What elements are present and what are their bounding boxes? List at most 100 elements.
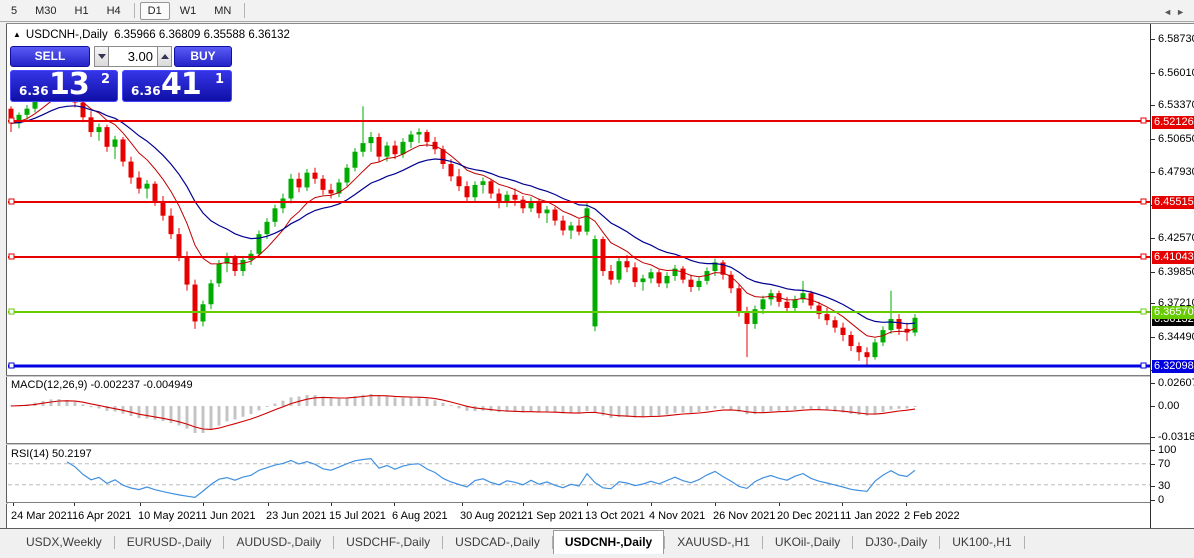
timeframe-button-5[interactable]: 5: [3, 2, 25, 20]
candle-body: [113, 139, 118, 146]
chart-tab-usdx[interactable]: USDX,Weekly: [14, 530, 114, 555]
chart-tab-xauusd[interactable]: XAUUSD-,H1: [665, 530, 762, 555]
macd-bar: [698, 406, 701, 412]
date-axis-label: 11 Jan 2022: [840, 510, 900, 522]
candle-body: [681, 269, 686, 280]
timeframe-button-h1[interactable]: H1: [67, 2, 97, 20]
price-axis-tick-dash: [1151, 303, 1155, 304]
buy-price-main: 41: [161, 67, 201, 102]
candle-body: [609, 271, 614, 280]
price-line-badge-6.41043[interactable]: 6.41043: [1152, 251, 1194, 264]
macd-bar: [530, 406, 533, 412]
tab-scroll-right-icon[interactable]: ►: [1176, 7, 1189, 17]
line-handle-left[interactable]: [9, 118, 14, 123]
sell-price-prefix: 6.36: [19, 84, 49, 98]
price-axis-tick: 6.47930: [1158, 166, 1194, 178]
buy-price-box[interactable]: 6.36 41 1: [122, 70, 232, 102]
macd-bar: [378, 396, 381, 406]
rsi-panel-splitter[interactable]: [6, 443, 1194, 445]
macd-bar: [594, 406, 597, 412]
sell-price-box[interactable]: 6.36 13 2: [10, 70, 118, 102]
horizontal-line-6.45515[interactable]: [8, 199, 1150, 204]
timeframe-button-w1[interactable]: W1: [172, 2, 205, 20]
macd-bar: [458, 406, 461, 408]
price-axis-tick: 6.56010: [1158, 67, 1194, 79]
candle-wick: [803, 281, 804, 303]
horizontal-line-6.52126[interactable]: [8, 118, 1150, 123]
chart-tab-audusd[interactable]: AUDUSD-,Daily: [224, 530, 333, 555]
candle-body: [121, 139, 126, 161]
chart-tab-dj30[interactable]: DJ30-,Daily: [853, 530, 939, 555]
candle-body: [521, 200, 526, 209]
date-axis-label: 23 Jun 2021: [266, 510, 327, 522]
line-handle-left[interactable]: [9, 363, 14, 368]
macd-bar: [58, 399, 61, 406]
price-axis[interactable]: 6.587306.560106.533706.506506.479306.452…: [1150, 24, 1194, 528]
chart-tab-uk100[interactable]: UK100-,H1: [940, 530, 1023, 555]
line-handle-right[interactable]: [1141, 309, 1146, 314]
sell-price-pip: 2: [101, 72, 110, 87]
line-handle-left[interactable]: [9, 199, 14, 204]
line-handle-left[interactable]: [9, 254, 14, 259]
candle-body: [81, 103, 86, 118]
timeframe-button-m30[interactable]: M30: [27, 2, 64, 20]
line-handle-right[interactable]: [1141, 118, 1146, 123]
chart-tab-usdchf[interactable]: USDCHF-,Daily: [334, 530, 442, 555]
buy-button[interactable]: BUY: [174, 46, 232, 67]
date-axis-label: 20 Dec 2021: [777, 510, 839, 522]
line-handle-left[interactable]: [9, 309, 14, 314]
date-axis-tick: [779, 503, 780, 506]
date-axis-tick: [394, 503, 395, 506]
date-axis-tick: [268, 503, 269, 506]
horizontal-line-6.32098[interactable]: [8, 363, 1150, 368]
lot-decrease-button[interactable]: [94, 46, 109, 67]
candle-body: [569, 226, 574, 231]
line-handle-right[interactable]: [1141, 254, 1146, 259]
timeframe-button-d1[interactable]: D1: [140, 2, 170, 20]
chart-tab-usdcad[interactable]: USDCAD-,Daily: [443, 530, 552, 555]
trade-panel-toggle-icon[interactable]: ▲: [13, 30, 21, 39]
candle-body: [641, 278, 646, 282]
macd-bar: [666, 406, 669, 415]
macd-bar: [218, 406, 221, 426]
chart-tab-bar: USDX,WeeklyEURUSD-,DailyAUDUSD-,DailyUSD…: [0, 529, 1194, 558]
price-line-badge-6.45515[interactable]: 6.45515: [1152, 196, 1194, 209]
price-line-badge-6.32098[interactable]: 6.32098: [1152, 360, 1194, 373]
sell-button[interactable]: SELL: [10, 46, 90, 67]
candle-wick: [99, 123, 100, 140]
macd-bar: [554, 406, 557, 413]
chart-title: ▲USDCNH-,Daily 6.35966 6.36809 6.35588 6…: [13, 29, 290, 41]
candle-body: [593, 239, 598, 326]
price-line-badge-6.52126[interactable]: 6.52126: [1152, 116, 1194, 129]
timeframe-button-mn[interactable]: MN: [206, 2, 239, 20]
rsi-canvas[interactable]: [8, 446, 1150, 503]
macd-axis-tick: 0.00: [1158, 400, 1179, 412]
candle-body: [849, 335, 854, 346]
horizontal-line-6.3657[interactable]: [8, 309, 1150, 314]
rsi-axis-tick: 70: [1158, 458, 1170, 470]
price-line-badge-6.36570[interactable]: 6.36570: [1152, 306, 1194, 319]
line-handle-right[interactable]: [1141, 199, 1146, 204]
timeframe-button-h4[interactable]: H4: [99, 2, 129, 20]
lot-size-input[interactable]: 3.00: [109, 46, 157, 67]
chart-tab-eurusd[interactable]: EURUSD-,Daily: [115, 530, 224, 555]
candle-body: [385, 146, 390, 157]
candle-body: [353, 152, 358, 168]
lot-increase-button[interactable]: [157, 46, 172, 67]
chart-tab-ukoil[interactable]: UKOil-,Daily: [763, 530, 852, 555]
rsi-axis-tick: 30: [1158, 480, 1170, 492]
chart-tab-usdcnh[interactable]: USDCNH-,Daily: [553, 530, 664, 554]
candle-body: [97, 127, 102, 132]
rsi-axis-tick-dash: [1151, 500, 1155, 501]
tab-scroll-left-icon[interactable]: ◄: [1163, 7, 1176, 17]
candle-body: [137, 178, 142, 189]
date-axis-label: 1 Jun 2021: [201, 510, 255, 522]
candle-wick: [115, 136, 116, 159]
candle-body: [321, 179, 326, 190]
candle-body: [161, 201, 166, 216]
macd-bar: [426, 399, 429, 406]
line-handle-right[interactable]: [1141, 363, 1146, 368]
candle-body: [633, 267, 638, 282]
candle-body: [361, 143, 366, 152]
candle-body: [745, 312, 750, 324]
